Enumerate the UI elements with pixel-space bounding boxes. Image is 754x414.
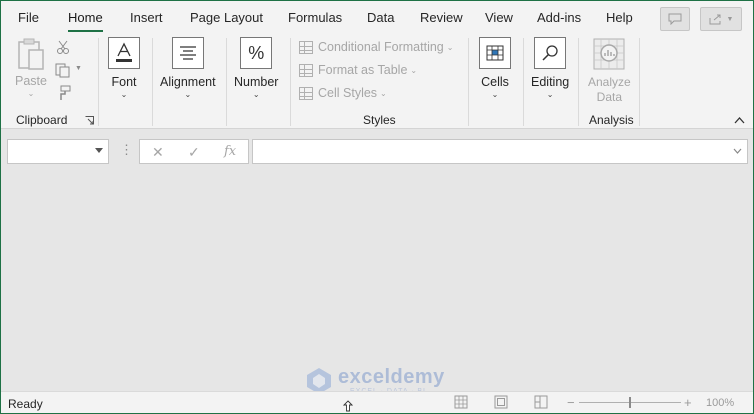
page-layout-view-icon[interactable]	[494, 395, 508, 409]
number-label: Number	[234, 75, 279, 89]
table-icon	[299, 63, 313, 77]
share-icon	[709, 14, 721, 25]
comments-button[interactable]	[660, 7, 690, 31]
number-button[interactable]: % Number ⌄	[234, 37, 278, 99]
chevron-down-icon: ⌄	[27, 89, 35, 98]
group-separator	[523, 38, 524, 126]
zoom-level[interactable]: 100%	[706, 397, 734, 409]
formula-input[interactable]	[252, 139, 748, 164]
editing-button[interactable]: Editing ⌄	[531, 37, 569, 99]
comment-icon	[668, 13, 682, 25]
analysis-group-label: Analysis	[589, 113, 634, 127]
group-separator	[98, 38, 99, 126]
status-text: Ready	[8, 397, 43, 411]
chevron-down-icon: ⌄	[546, 90, 554, 99]
paste-label: Paste	[15, 74, 47, 88]
group-separator	[152, 38, 153, 126]
font-icon	[108, 37, 140, 69]
collapse-ribbon-icon[interactable]	[734, 116, 745, 124]
cells-icon	[479, 37, 511, 69]
group-separator	[639, 38, 640, 126]
tab-help[interactable]: Help	[606, 10, 633, 28]
chevron-down-icon: ⌄	[446, 42, 454, 52]
cell-styles-button[interactable]: Cell Styles ⌄	[299, 84, 387, 102]
ribbon-tab-bar: File Home Insert Page Layout Formulas Da…	[1, 1, 753, 33]
tab-view[interactable]: View	[485, 10, 513, 28]
chevron-down-icon: ⌄	[252, 90, 260, 99]
chevron-down-icon: ⌄	[184, 90, 192, 99]
analyze-data-button[interactable]: Analyze Data	[588, 37, 631, 105]
alignment-button[interactable]: Alignment ⌄	[160, 37, 216, 99]
format-painter-icon[interactable]	[56, 85, 72, 101]
group-separator	[578, 38, 579, 126]
name-box[interactable]	[7, 139, 109, 164]
align-center-icon	[171, 37, 204, 69]
group-separator	[468, 38, 469, 126]
cell-styles-icon	[299, 86, 313, 100]
tab-page-layout[interactable]: Page Layout	[190, 10, 263, 28]
editing-label: Editing	[531, 75, 570, 89]
format-as-table-button[interactable]: Format as Table ⌄	[299, 61, 417, 79]
drag-handle-icon[interactable]: ⋮	[120, 142, 133, 158]
alignment-label: Alignment	[160, 75, 216, 89]
font-label: Font	[111, 75, 137, 89]
enter-icon[interactable]: ✓	[188, 144, 200, 161]
font-button[interactable]: Font ⌄	[108, 37, 140, 99]
format-as-table-label: Format as Table	[318, 63, 408, 77]
conditional-formatting-label: Conditional Formatting	[318, 40, 444, 54]
ribbon: Paste ⌄ ▼ Clipboard Font ⌄ Alignment ⌄ %…	[1, 32, 753, 129]
conditional-formatting-icon	[299, 40, 313, 54]
tab-insert[interactable]: Insert	[130, 10, 163, 28]
cut-icon[interactable]	[56, 40, 70, 55]
clipboard-group-label: Clipboard	[16, 113, 68, 127]
page-break-preview-icon[interactable]	[534, 395, 548, 409]
zoom-in-button[interactable]: +	[684, 395, 692, 410]
status-bar: Ready − + 100%	[1, 391, 753, 413]
insert-function-icon[interactable]: fx	[224, 144, 236, 159]
group-separator	[226, 38, 227, 126]
chevron-down-icon: ▼	[726, 15, 734, 23]
mouse-cursor-icon	[343, 400, 353, 412]
formula-controls: ✕ ✓ fx	[139, 139, 249, 164]
styles-group-label: Styles	[363, 113, 396, 127]
analyze-data-label: Analyze	[588, 75, 631, 89]
analyze-data-icon	[593, 38, 625, 70]
cancel-icon[interactable]: ✕	[152, 144, 164, 161]
tab-add-ins[interactable]: Add-ins	[537, 10, 581, 28]
dialog-launcher-icon[interactable]	[85, 116, 94, 125]
tab-home[interactable]: Home	[68, 10, 103, 33]
conditional-formatting-button[interactable]: Conditional Formatting ⌄	[299, 38, 453, 56]
paste-icon	[18, 38, 44, 70]
tab-data[interactable]: Data	[367, 10, 394, 28]
share-button[interactable]: ▼	[700, 7, 742, 31]
cell-styles-label: Cell Styles	[318, 86, 378, 100]
tab-review[interactable]: Review	[420, 10, 463, 28]
chevron-down-icon[interactable]: ▼	[75, 65, 82, 72]
formula-bar: ⋮ ✕ ✓ fx	[1, 129, 753, 173]
watermark-name: exceldemy	[338, 366, 445, 388]
tab-formulas[interactable]: Formulas	[288, 10, 342, 28]
expand-formula-bar-icon[interactable]	[733, 148, 742, 154]
chevron-down-icon: ⌄	[120, 90, 128, 99]
tab-file[interactable]: File	[18, 10, 39, 28]
normal-view-icon[interactable]	[454, 395, 468, 409]
paste-button[interactable]: Paste ⌄	[15, 38, 47, 98]
chevron-down-icon: ⌄	[491, 90, 499, 99]
search-icon	[534, 37, 567, 69]
copy-icon[interactable]	[55, 63, 71, 78]
chevron-down-icon: ⌄	[410, 65, 418, 75]
cells-button[interactable]: Cells ⌄	[479, 37, 511, 99]
chevron-down-icon: ⌄	[380, 88, 387, 98]
analyze-data-label-line2: Data	[596, 90, 623, 104]
group-separator	[290, 38, 291, 126]
workspace-area	[1, 173, 753, 391]
zoom-out-button[interactable]: −	[567, 395, 575, 410]
cells-label: Cells	[481, 75, 509, 89]
percent-icon: %	[240, 37, 273, 69]
zoom-slider-thumb[interactable]	[629, 397, 631, 408]
chevron-down-icon[interactable]	[95, 148, 103, 153]
